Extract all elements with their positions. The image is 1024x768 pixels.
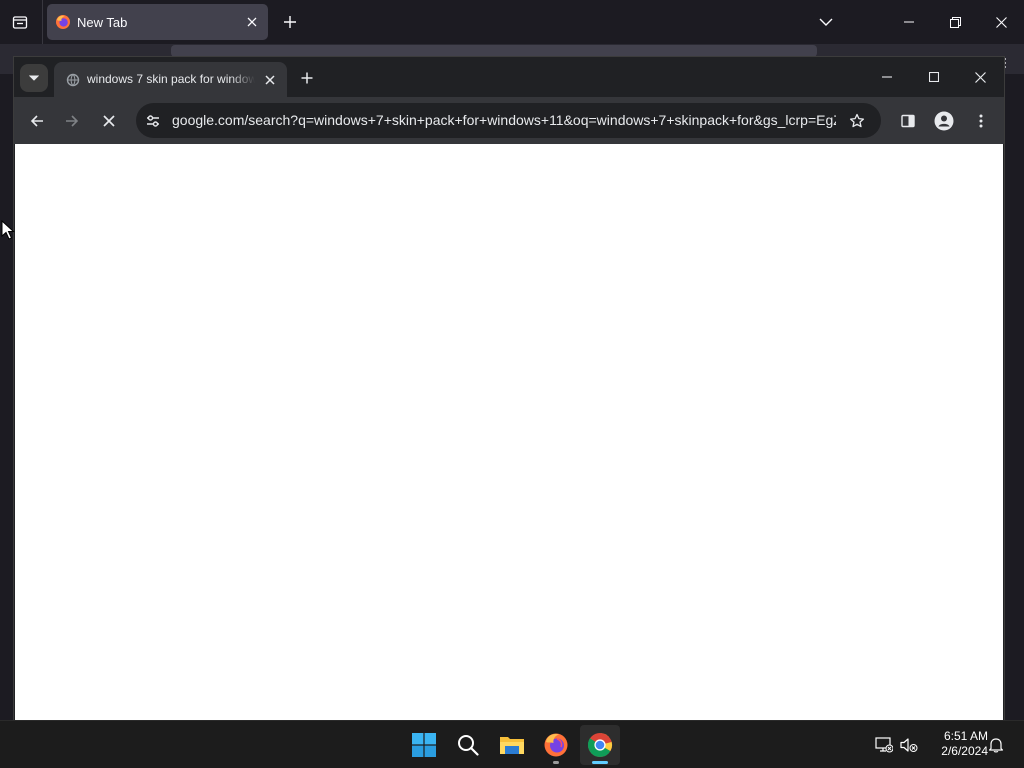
arrow-left-icon — [30, 114, 44, 128]
tune-icon[interactable] — [144, 112, 162, 130]
url-text[interactable]: google.com/search?q=windows+7+skin+pack+… — [172, 112, 836, 128]
clock-time: 6:51 AM — [943, 729, 988, 743]
tab-list-icon[interactable] — [8, 10, 32, 34]
arrow-right-icon — [65, 114, 79, 128]
file-explorer-button[interactable] — [492, 725, 532, 765]
bell-icon[interactable] — [986, 735, 1006, 755]
firefox-taskbar-button[interactable] — [536, 725, 576, 765]
firefox-url-bar[interactable] — [171, 45, 817, 57]
windows-logo-icon — [412, 733, 436, 757]
running-indicator — [553, 761, 559, 764]
plus-icon[interactable] — [297, 68, 317, 88]
chrome-window: windows 7 skin pack for windows 11 - Goo… — [14, 57, 1004, 720]
minimize-icon[interactable] — [897, 10, 921, 34]
side-panel-icon — [901, 114, 915, 128]
close-icon[interactable] — [989, 10, 1013, 34]
firefox-tab-bar: New Tab — [0, 0, 1024, 44]
start-button[interactable] — [404, 725, 444, 765]
forward-button[interactable] — [58, 107, 86, 135]
chrome-taskbar-button[interactable] — [580, 725, 620, 765]
side-panel-button[interactable] — [894, 107, 922, 135]
kebab-menu-icon — [979, 114, 983, 128]
back-button[interactable] — [23, 107, 51, 135]
plus-icon[interactable] — [280, 12, 300, 32]
clock[interactable]: 6:51 AM 2/6/2024 — [924, 729, 988, 759]
firefox-icon — [55, 14, 71, 30]
close-icon[interactable] — [244, 14, 260, 30]
chrome-tab-active[interactable]: windows 7 skin pack for windows 11 - Goo… — [54, 62, 287, 97]
maximize-icon[interactable] — [920, 63, 948, 91]
firefox-icon — [543, 732, 569, 758]
chevron-down-icon — [29, 75, 39, 81]
stop-loading-button[interactable] — [95, 107, 123, 135]
profile-icon — [934, 111, 954, 131]
address-bar[interactable]: google.com/search?q=windows+7+skin+pack+… — [136, 103, 881, 138]
chrome-toolbar: google.com/search?q=windows+7+skin+pack+… — [14, 97, 1004, 144]
clock-date: 2/6/2024 — [941, 744, 988, 758]
active-indicator — [592, 761, 608, 764]
taskbar: 6:51 AM 2/6/2024 — [0, 720, 1024, 768]
search-button[interactable] — [448, 725, 488, 765]
profile-button[interactable] — [930, 107, 958, 135]
close-icon[interactable] — [966, 63, 994, 91]
toolbar-divider — [42, 0, 43, 44]
page-content — [15, 144, 1003, 720]
tab-search-button[interactable] — [20, 64, 48, 92]
chevron-down-icon[interactable] — [816, 13, 836, 31]
volume-muted-icon[interactable] — [899, 735, 919, 755]
minimize-icon[interactable] — [873, 63, 901, 91]
loading-globe-icon — [66, 73, 80, 87]
mouse-cursor-icon — [1, 220, 15, 240]
star-icon[interactable] — [847, 111, 867, 131]
restore-icon[interactable] — [943, 10, 967, 34]
tab-title: New Tab — [77, 15, 128, 30]
tab-title: windows 7 skin pack for windows 11 - Goo… — [87, 72, 255, 86]
close-icon — [103, 115, 115, 127]
folder-icon — [499, 734, 525, 756]
chrome-menu-button[interactable] — [967, 107, 995, 135]
chrome-tab-strip: windows 7 skin pack for windows 11 - Goo… — [14, 57, 1004, 97]
firefox-tab[interactable]: New Tab — [47, 4, 268, 40]
network-disconnected-icon[interactable] — [874, 735, 894, 755]
search-icon — [457, 734, 479, 756]
close-icon[interactable] — [261, 71, 279, 89]
chrome-icon — [587, 732, 613, 758]
